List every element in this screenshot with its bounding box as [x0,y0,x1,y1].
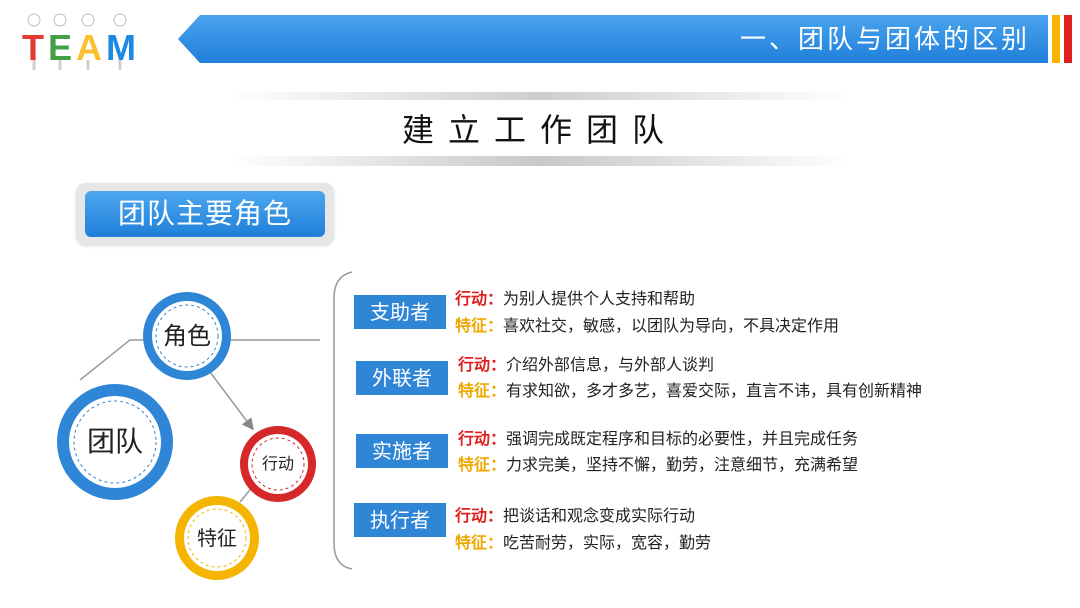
role-name-supporter: 支助者 [354,295,446,329]
role-feature-supporter: 特征：喜欢社交，敏感，以团队为导向，不具决定作用 [455,314,839,338]
role-feature-executor: 特征：吃苦耐劳，实际，宽容，勤劳 [455,531,711,555]
accent-stripe-red [1064,15,1072,63]
feature-label: 特征： [458,381,507,400]
role-action-supporter: 行动：为别人提供个人支持和帮助 [455,287,695,311]
action-label: 行动： [455,289,504,308]
team-logo: T E A M [22,13,136,70]
accent-stripe-yellow [1052,15,1060,63]
role-name-executor: 执行者 [354,503,446,537]
role-action-liaison: 行动：介绍外部信息，与外部人谈判 [458,353,714,377]
role-feature-implementer: 特征：力求完美，坚持不懈，勤劳，注意细节，充满希望 [458,453,858,477]
action-label: 行动： [455,506,504,525]
feature-text: 力求完美，坚持不懈，勤劳，注意细节，充满希望 [506,455,859,474]
role-action-executor: 行动：把谈话和观念变成实际行动 [455,504,695,528]
action-circle-label: 行动 [261,454,294,473]
role-action-implementer: 行动：强调完成既定程序和目标的必要性，并且完成任务 [458,427,858,451]
role-feature-liaison: 特征：有求知欲，多才多艺，喜爱交际，直言不讳，具有创新精神 [458,379,922,403]
role-name-implementer: 实施者 [356,434,448,468]
role-name-liaison: 外联者 [356,361,448,395]
page-subtitle: 建立工作团队 [401,111,678,149]
action-text: 介绍外部信息，与外部人谈判 [506,355,715,374]
feature-text: 吃苦耐劳，实际，宽容，勤劳 [503,533,712,552]
role-circle-label: 角色 [163,322,211,350]
team-circle-label: 团队 [86,425,143,458]
action-text: 强调完成既定程序和目标的必要性，并且完成任务 [506,429,859,448]
section-label: 团队主要角色 [85,191,325,237]
action-label: 行动： [458,429,507,448]
feature-label: 特征： [458,455,507,474]
feature-circle-label: 特征 [197,526,237,550]
action-text: 为别人提供个人支持和帮助 [503,289,696,308]
header-title: 一、团队与团体的区别 [739,25,1030,55]
feature-label: 特征： [455,316,504,335]
feature-label: 特征： [455,533,504,552]
action-text: 把谈话和观念变成实际行动 [503,506,696,525]
action-label: 行动： [458,355,507,374]
feature-text: 喜欢社交，敏感，以团队为导向，不具决定作用 [503,316,840,335]
feature-text: 有求知欲，多才多艺，喜爱交际，直言不讳，具有创新精神 [506,381,923,400]
role-diagram: 角色 团队 行动 特征 [40,280,340,590]
